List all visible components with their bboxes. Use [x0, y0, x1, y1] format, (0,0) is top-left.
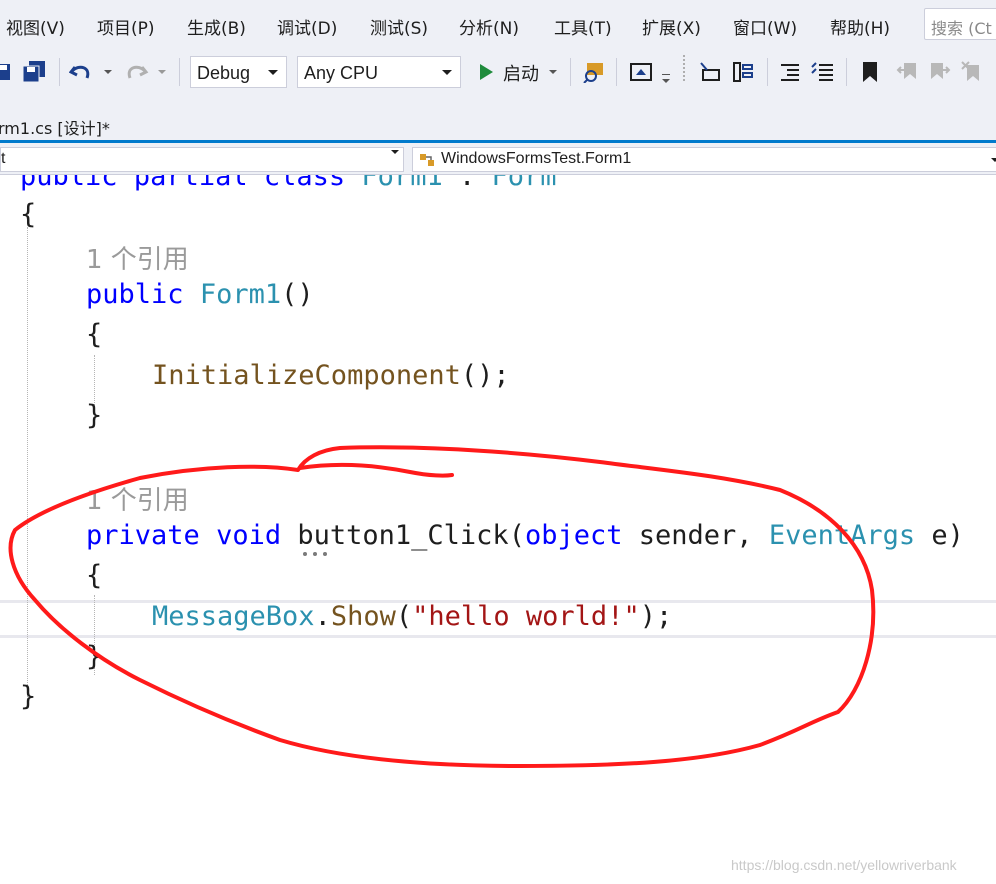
- start-dropdown-icon[interactable]: [547, 60, 559, 84]
- undo-dropdown-icon[interactable]: [102, 60, 114, 84]
- config-value: Debug: [197, 63, 251, 83]
- watermark: https://blog.csdn.net/yellowriverbank: [731, 857, 957, 873]
- document-tab-well: rm1.cs [设计]*: [0, 94, 996, 142]
- codelens-references[interactable]: 1 个引用: [86, 239, 189, 276]
- code-line: }: [86, 641, 103, 672]
- menu-view[interactable]: 视图(V): [6, 14, 65, 39]
- menu-project[interactable]: 项目(P): [97, 14, 155, 39]
- class-icon: [417, 151, 437, 174]
- menu-window[interactable]: 窗口(W): [733, 14, 797, 39]
- code-line: MessageBox.Show("hello world!");: [152, 601, 673, 632]
- indent-icon[interactable]: [778, 60, 802, 84]
- chevron-down-icon: [391, 150, 399, 154]
- codelens-references[interactable]: 1 个引用: [86, 480, 189, 517]
- indent-guide: [27, 227, 28, 697]
- save-icon[interactable]: [0, 60, 12, 84]
- tab-form1-designer[interactable]: rm1.cs [设计]*: [0, 115, 110, 139]
- clear-bookmarks-icon[interactable]: [960, 60, 984, 84]
- search-input[interactable]: 搜索 (Ct: [924, 8, 996, 40]
- code-line: {: [86, 319, 103, 350]
- project-dropdown-label: t: [1, 150, 6, 167]
- start-icon[interactable]: [476, 60, 496, 84]
- menu-build[interactable]: 生成(B): [187, 14, 246, 39]
- project-dropdown[interactable]: t: [0, 147, 404, 172]
- code-line: }: [20, 681, 37, 712]
- chevron-down-icon: [442, 70, 452, 75]
- menu-debug[interactable]: 调试(D): [277, 14, 337, 39]
- menu-bar: 视图(V) 项目(P) 生成(B) 调试(D) 测试(S) 分析(N) 工具(T…: [0, 0, 996, 50]
- next-bookmark-icon[interactable]: [928, 60, 952, 84]
- chevron-down-icon: [268, 70, 278, 75]
- toolbar-overflow-icon[interactable]: [660, 68, 672, 92]
- code-editor[interactable]: public partial class Form1 : Form { 1 个引…: [0, 175, 996, 884]
- chevron-down-icon: [991, 158, 996, 162]
- prev-bookmark-icon[interactable]: [895, 60, 919, 84]
- menu-extensions[interactable]: 扩展(X): [642, 14, 701, 39]
- type-dropdown[interactable]: WindowsFormsTest.Form1: [412, 147, 996, 172]
- code-line: public partial class Form1 : Form: [20, 175, 557, 192]
- redo-dropdown-icon[interactable]: [156, 60, 168, 84]
- method-name: button1_Click: [297, 520, 509, 551]
- navigation-bar: t WindowsFormsTest.Form1: [0, 143, 996, 175]
- code-line: public Form1(): [86, 279, 314, 310]
- comment-icon[interactable]: [810, 60, 836, 84]
- start-button[interactable]: 启动: [503, 60, 539, 86]
- menu-test[interactable]: 测试(S): [370, 14, 428, 39]
- redo-icon[interactable]: [124, 60, 150, 84]
- search-placeholder: 搜索 (Ct: [931, 19, 992, 38]
- code-line: }: [86, 400, 103, 431]
- type-dropdown-label: WindowsFormsTest.Form1: [441, 150, 632, 167]
- menu-help[interactable]: 帮助(H): [830, 14, 890, 39]
- current-line-highlight: [0, 635, 996, 638]
- home-icon[interactable]: [628, 60, 654, 84]
- undo-icon[interactable]: [69, 60, 95, 84]
- save-all-icon[interactable]: [23, 60, 47, 84]
- menu-tools[interactable]: 工具(T): [554, 14, 612, 39]
- code-line: private void button1_Click(object sender…: [86, 520, 964, 551]
- quick-action-dots-icon[interactable]: [302, 551, 332, 557]
- properties-icon[interactable]: [698, 60, 722, 84]
- find-in-files-icon[interactable]: [582, 60, 608, 84]
- platform-select[interactable]: Any CPU: [297, 56, 461, 88]
- code-line: InitializeComponent();: [152, 360, 510, 391]
- menu-analyze[interactable]: 分析(N): [459, 14, 519, 39]
- code-line: {: [86, 560, 103, 591]
- document-outline-icon[interactable]: [731, 60, 755, 84]
- config-select[interactable]: Debug: [190, 56, 287, 88]
- bookmark-icon[interactable]: [858, 60, 882, 84]
- code-line: {: [20, 199, 37, 230]
- toolbar-grip-icon: [681, 55, 689, 81]
- platform-value: Any CPU: [304, 63, 379, 83]
